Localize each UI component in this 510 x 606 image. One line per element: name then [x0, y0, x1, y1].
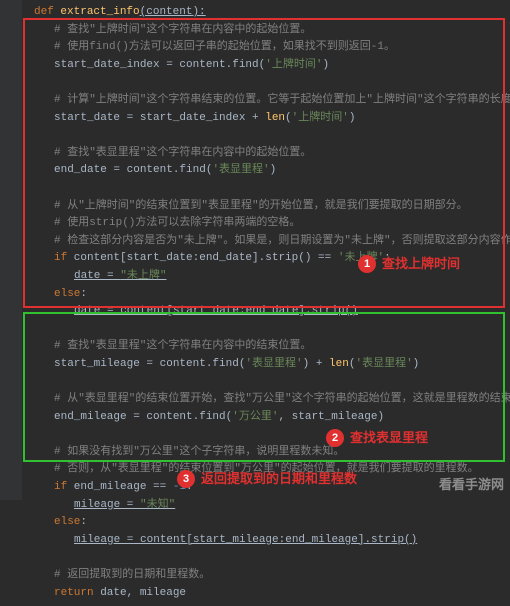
code-line: # 计算"上牌时间"这个字符串结束的位置。它等于起始位置加上"上牌时间"这个字符… [28, 92, 510, 110]
code-line: return date, mileage [28, 585, 510, 603]
comment: # 如果没有找到"万公里"这个子字符串，说明里程数未知。 [54, 446, 344, 458]
code-line: if end_mileage == -1: [28, 479, 510, 497]
comment: # 从"表显里程"的结束位置开始，查找"万公里"这个字符串的起始位置，这就是里程… [54, 393, 510, 405]
code-line: # 查找"表显里程"这个字符串在内容中的起始位置。 [28, 145, 510, 163]
keyword-def: def [34, 6, 54, 18]
code-line: mileage = content[start_mileage:end_mile… [28, 532, 510, 550]
comment: # 查找"上牌时间"这个字符串在内容中的起始位置。 [54, 24, 311, 36]
code-line: def extract_info(content): [28, 4, 510, 22]
code-line: # 使用find()方法可以返回子串的起始位置，如果找不到则返回-1。 [28, 39, 510, 57]
code-line: if content[start_date:end_date].strip() … [28, 250, 510, 268]
code-line: end_mileage = content.find('万公里', start_… [28, 409, 510, 427]
func-params: (content): [140, 6, 206, 18]
func-name: extract_info [60, 6, 139, 18]
comment: # 否则，从"表显里程"的结束位置到"万公里"的起始位置，就是我们要提取的里程数… [54, 463, 479, 475]
comment: # 返回提取到的日期和里程数。 [54, 569, 210, 581]
comment: # 从"上牌时间"的结束位置到"表显里程"的开始位置，就是我们要提取的日期部分。 [54, 200, 468, 212]
comment: # 计算"上牌时间"这个字符串结束的位置。它等于起始位置加上"上牌时间"这个字符… [54, 94, 510, 106]
comment: # 使用find()方法可以返回子串的起始位置，如果找不到则返回-1。 [54, 41, 395, 53]
comment: # 检查这部分内容是否为"未上牌"。如果是，则日期设置为"未上牌"，否则提取这部… [54, 235, 510, 247]
code-line: date = "未上牌" [28, 268, 510, 286]
comment: # 查找"表显里程"这个字符串在内容中的起始位置。 [54, 147, 311, 159]
code-line: # 检查这部分内容是否为"未上牌"。如果是，则日期设置为"未上牌"，否则提取这部… [28, 233, 510, 251]
code-line: end_date = content.find('表显里程') [28, 162, 510, 180]
code-line: # 否则，从"表显里程"的结束位置到"万公里"的起始位置，就是我们要提取的里程数… [28, 461, 510, 479]
code-line: start_date = start_date_index + len('上牌时… [28, 110, 510, 128]
code-line: # 从"上牌时间"的结束位置到"表显里程"的开始位置，就是我们要提取的日期部分。 [28, 198, 510, 216]
code-line: mileage = "未知" [28, 497, 510, 515]
code-line: # 使用strip()方法可以去除字符串两端的空格。 [28, 215, 510, 233]
code-line: start_mileage = content.find('表显里程') + l… [28, 356, 510, 374]
code-line: # 从"表显里程"的结束位置开始，查找"万公里"这个字符串的起始位置，这就是里程… [28, 391, 510, 409]
code-line: start_date_index = content.find('上牌时间') [28, 57, 510, 75]
comment: # 使用strip()方法可以去除字符串两端的空格。 [54, 217, 300, 229]
code-line: # 查找"上牌时间"这个字符串在内容中的起始位置。 [28, 22, 510, 40]
code-line: # 查找"表显里程"这个字符串在内容中的结束位置。 [28, 338, 510, 356]
code-line: else: [28, 286, 510, 304]
comment: # 查找"表显里程"这个字符串在内容中的结束位置。 [54, 340, 311, 352]
code-line: else: [28, 514, 510, 532]
code-line: # 如果没有找到"万公里"这个子字符串，说明里程数未知。 [28, 444, 510, 462]
code-line: date = content[start_date:end_date].stri… [28, 303, 510, 321]
code-editor[interactable]: def extract_info(content): # 查找"上牌时间"这个字… [0, 0, 510, 606]
code-line: # 返回提取到的日期和里程数。 [28, 567, 510, 585]
